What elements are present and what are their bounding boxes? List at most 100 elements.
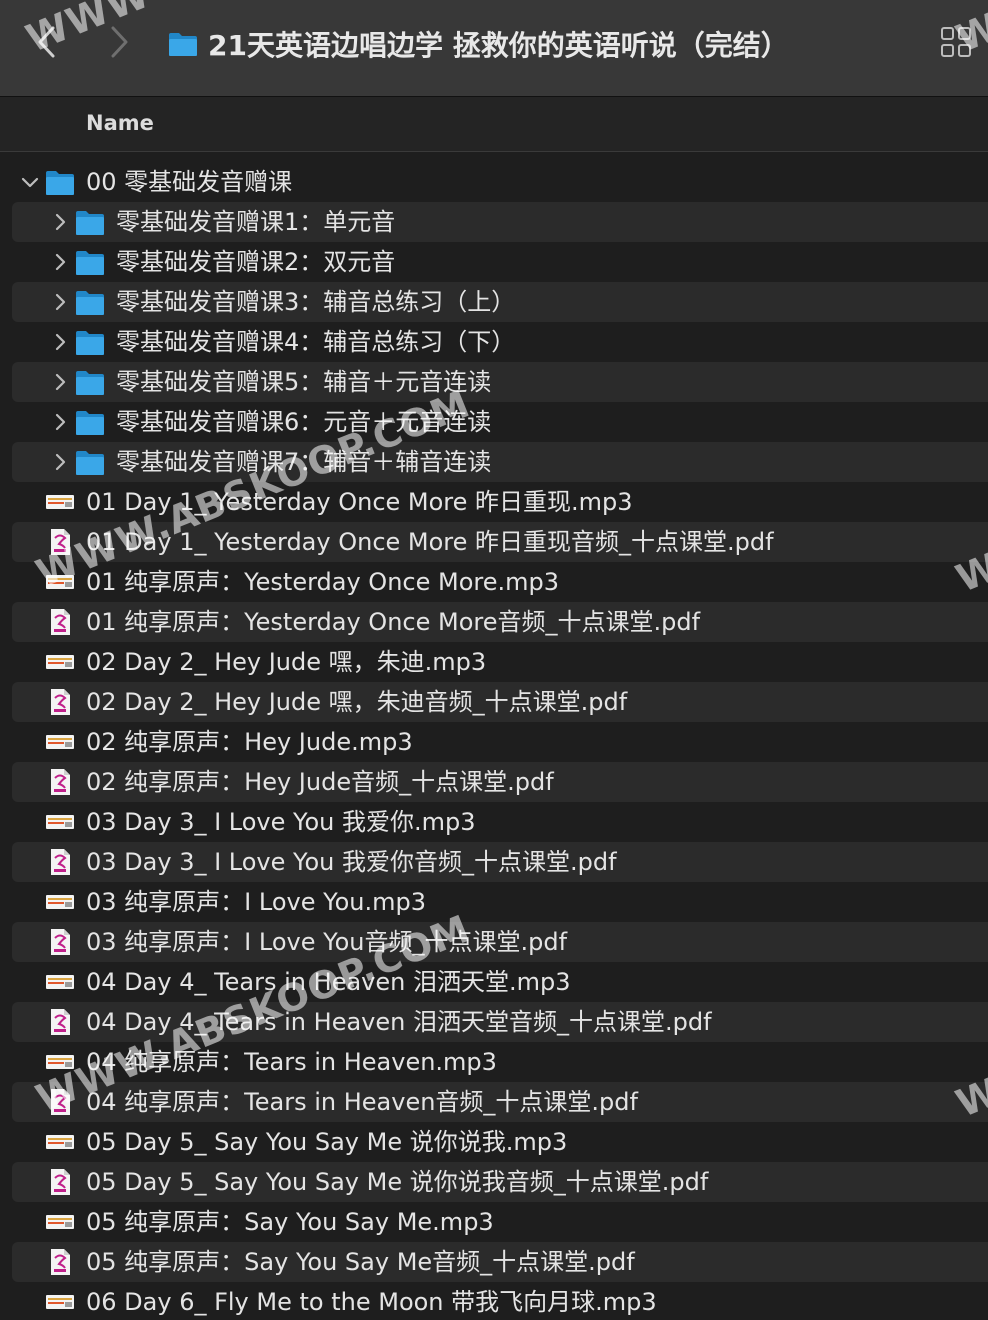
row-label: 04 纯享原声：Tears in Heaven.mp3 [86, 1048, 497, 1076]
folder-icon [75, 208, 105, 236]
forward-button[interactable] [98, 22, 138, 62]
file-row[interactable]: 03 纯享原声：I Love You音频_十点课堂.pdf [12, 922, 988, 962]
file-row[interactable]: 05 纯享原声：Say You Say Me音频_十点课堂.pdf [12, 1242, 988, 1282]
row-label: 01 Day 1_ Yesterday Once More 昨日重现.mp3 [86, 488, 633, 516]
row-label: 05 Day 5_ Say You Say Me 说你说我音频_十点课堂.pdf [86, 1168, 709, 1196]
file-row[interactable]: 01 纯享原声：Yesterday Once More音频_十点课堂.pdf [12, 602, 988, 642]
disclosure-expanded-icon[interactable] [20, 172, 40, 192]
folder-row[interactable]: 零基础发音赠课6：元音＋元音连读 [12, 402, 988, 442]
disclosure-collapsed-icon[interactable] [50, 412, 70, 432]
audio-file-icon [45, 1208, 75, 1236]
back-button[interactable] [28, 22, 68, 62]
folder-icon [169, 33, 197, 56]
file-row[interactable]: 04 Day 4_ Tears in Heaven 泪洒天堂音频_十点课堂.pd… [12, 1002, 988, 1042]
pdf-file-icon [45, 1088, 75, 1116]
row-label: 05 Day 5_ Say You Say Me 说你说我.mp3 [86, 1128, 568, 1156]
column-header: Name [0, 97, 988, 152]
folder-row[interactable]: 零基础发音赠课1：单元音 [12, 202, 988, 242]
row-label: 06 Day 6_ Fly Me to the Moon 带我飞向月球.mp3 [86, 1288, 657, 1316]
folder-row[interactable]: 零基础发音赠课7：辅音＋辅音连读 [12, 442, 988, 482]
file-row[interactable]: 02 纯享原声：Hey Jude.mp3 [12, 722, 988, 762]
folder-icon [75, 288, 105, 316]
folder-icon [75, 408, 105, 436]
file-row[interactable]: 01 Day 1_ Yesterday Once More 昨日重现.mp3 [12, 482, 988, 522]
pdf-file-icon [45, 688, 75, 716]
row-label: 零基础发音赠课3：辅音总练习（上） [116, 288, 516, 316]
audio-file-icon [45, 1128, 75, 1156]
audio-file-icon [45, 888, 75, 916]
row-label: 01 Day 1_ Yesterday Once More 昨日重现音频_十点课… [86, 528, 774, 556]
audio-file-icon [45, 968, 75, 996]
name-column-header[interactable]: Name [86, 111, 154, 135]
file-row[interactable]: 05 Day 5_ Say You Say Me 说你说我音频_十点课堂.pdf [12, 1162, 988, 1202]
chevron-left-icon [38, 26, 55, 58]
grid-view-icon [941, 27, 971, 57]
folder-icon [75, 368, 105, 396]
row-label: 03 Day 3_ I Love You 我爱你.mp3 [86, 808, 476, 836]
pdf-file-icon [45, 928, 75, 956]
folder-row[interactable]: 零基础发音赠课2：双元音 [12, 242, 988, 282]
row-label: 04 纯享原声：Tears in Heaven音频_十点课堂.pdf [86, 1088, 638, 1116]
row-label: 02 纯享原声：Hey Jude音频_十点课堂.pdf [86, 768, 554, 796]
folder-row[interactable]: 零基础发音赠课4：辅音总练习（下） [12, 322, 988, 362]
audio-file-icon [45, 648, 75, 676]
row-label: 02 Day 2_ Hey Jude 嘿，朱迪.mp3 [86, 648, 487, 676]
folder-icon [75, 248, 105, 276]
file-row[interactable]: 02 Day 2_ Hey Jude 嘿，朱迪.mp3 [12, 642, 988, 682]
pdf-file-icon [45, 1168, 75, 1196]
file-row[interactable]: 03 纯享原声：I Love You.mp3 [12, 882, 988, 922]
pdf-file-icon [45, 768, 75, 796]
row-label: 05 纯享原声：Say You Say Me音频_十点课堂.pdf [86, 1248, 635, 1276]
audio-file-icon [45, 488, 75, 516]
file-row[interactable]: 06 Day 6_ Fly Me to the Moon 带我飞向月球.mp3 [12, 1282, 988, 1320]
finder-window: 21天英语边唱边学 拯救你的英语听说（完结） Name 00 零基础发音赠课零基… [0, 0, 988, 1320]
file-row[interactable]: 04 Day 4_ Tears in Heaven 泪洒天堂.mp3 [12, 962, 988, 1002]
folder-icon [75, 448, 105, 476]
file-row[interactable]: 05 纯享原声：Say You Say Me.mp3 [12, 1202, 988, 1242]
folder-row[interactable]: 零基础发音赠课3：辅音总练习（上） [12, 282, 988, 322]
disclosure-collapsed-icon[interactable] [50, 212, 70, 232]
audio-file-icon [45, 568, 75, 596]
row-label: 零基础发音赠课6：元音＋元音连读 [116, 408, 492, 436]
toolbar: 21天英语边唱边学 拯救你的英语听说（完结） [0, 0, 988, 97]
folder-row[interactable]: 00 零基础发音赠课 [12, 162, 988, 202]
folder-row[interactable]: 零基础发音赠课5：辅音＋元音连读 [12, 362, 988, 402]
file-row[interactable]: 03 Day 3_ I Love You 我爱你.mp3 [12, 802, 988, 842]
audio-file-icon [45, 728, 75, 756]
pdf-file-icon [45, 1248, 75, 1276]
pdf-file-icon [45, 608, 75, 636]
chevron-right-icon [111, 26, 128, 58]
row-label: 零基础发音赠课5：辅音＋元音连读 [116, 368, 492, 396]
disclosure-collapsed-icon[interactable] [50, 452, 70, 472]
row-label: 01 纯享原声：Yesterday Once More音频_十点课堂.pdf [86, 608, 701, 636]
row-label: 02 纯享原声：Hey Jude.mp3 [86, 728, 413, 756]
row-label: 00 零基础发音赠课 [86, 168, 293, 196]
view-options-button[interactable] [940, 26, 972, 58]
folder-icon [75, 328, 105, 356]
file-row[interactable]: 03 Day 3_ I Love You 我爱你音频_十点课堂.pdf [12, 842, 988, 882]
row-label: 01 纯享原声：Yesterday Once More.mp3 [86, 568, 560, 596]
file-row[interactable]: 02 纯享原声：Hey Jude音频_十点课堂.pdf [12, 762, 988, 802]
file-row[interactable]: 02 Day 2_ Hey Jude 嘿，朱迪音频_十点课堂.pdf [12, 682, 988, 722]
audio-file-icon [45, 808, 75, 836]
disclosure-collapsed-icon[interactable] [50, 332, 70, 352]
row-label: 04 Day 4_ Tears in Heaven 泪洒天堂.mp3 [86, 968, 571, 996]
file-row[interactable]: 01 Day 1_ Yesterday Once More 昨日重现音频_十点课… [12, 522, 988, 562]
row-label: 03 纯享原声：I Love You音频_十点课堂.pdf [86, 928, 568, 956]
row-label: 02 Day 2_ Hey Jude 嘿，朱迪音频_十点课堂.pdf [86, 688, 628, 716]
audio-file-icon [45, 1288, 75, 1316]
disclosure-collapsed-icon[interactable] [50, 252, 70, 272]
row-label: 零基础发音赠课2：双元音 [116, 248, 396, 276]
file-row[interactable]: 01 纯享原声：Yesterday Once More.mp3 [12, 562, 988, 602]
file-row[interactable]: 04 纯享原声：Tears in Heaven音频_十点课堂.pdf [12, 1082, 988, 1122]
pdf-file-icon [45, 528, 75, 556]
file-row[interactable]: 05 Day 5_ Say You Say Me 说你说我.mp3 [12, 1122, 988, 1162]
audio-file-icon [45, 1048, 75, 1076]
row-label: 04 Day 4_ Tears in Heaven 泪洒天堂音频_十点课堂.pd… [86, 1008, 712, 1036]
pdf-file-icon [45, 1008, 75, 1036]
disclosure-collapsed-icon[interactable] [50, 292, 70, 312]
file-row[interactable]: 04 纯享原声：Tears in Heaven.mp3 [12, 1042, 988, 1082]
disclosure-collapsed-icon[interactable] [50, 372, 70, 392]
row-label: 05 纯享原声：Say You Say Me.mp3 [86, 1208, 494, 1236]
row-label: 零基础发音赠课1：单元音 [116, 208, 396, 236]
